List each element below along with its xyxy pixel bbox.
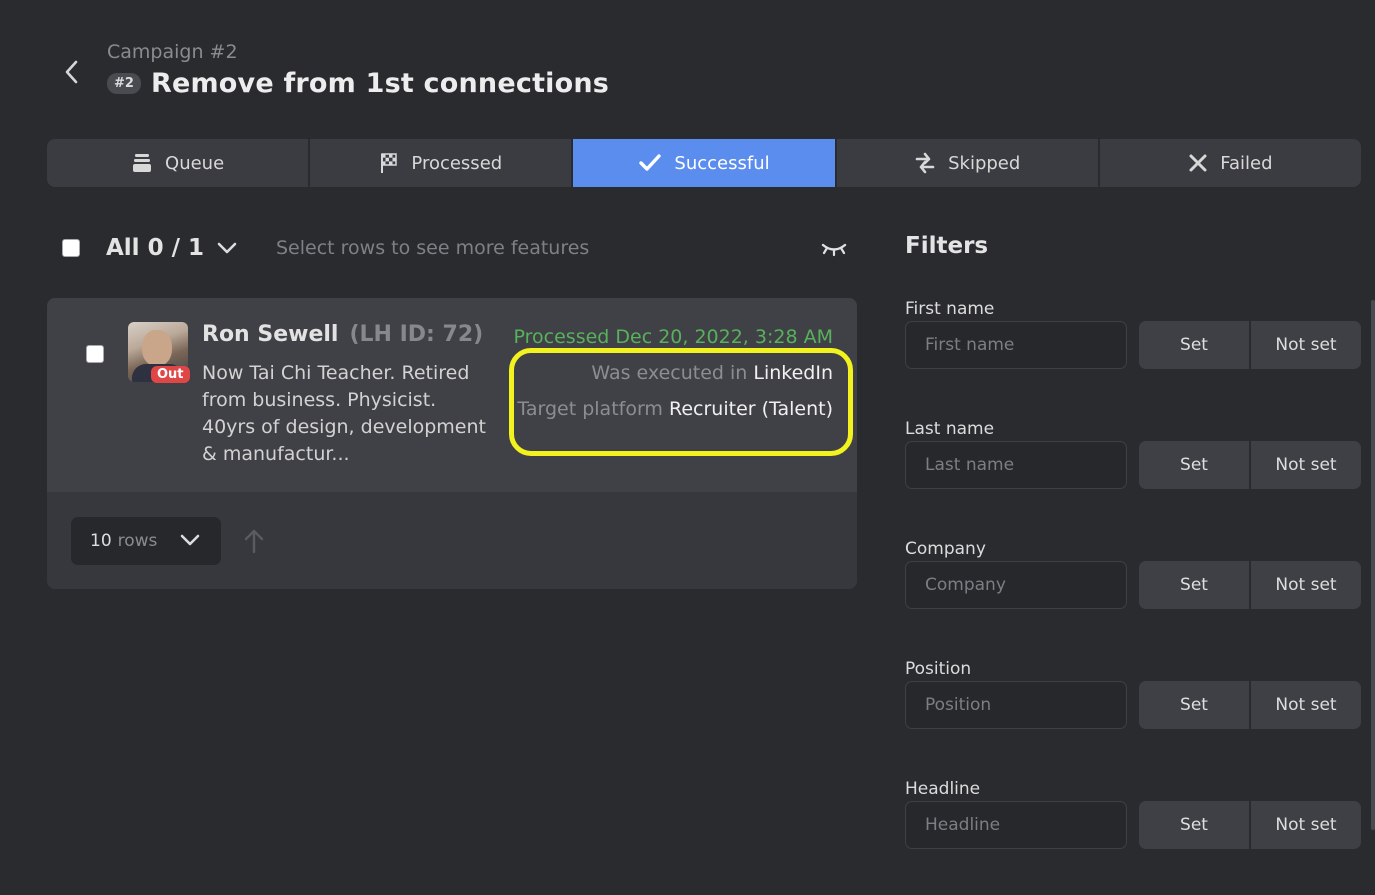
rows-count: 10 bbox=[90, 531, 112, 551]
profile-name[interactable]: Ron Sewell bbox=[202, 322, 338, 347]
page-title: Remove from 1st connections bbox=[150, 68, 610, 99]
select-all-checkbox[interactable] bbox=[62, 239, 80, 257]
queue-stack-icon bbox=[133, 154, 152, 172]
tab-label: Successful bbox=[674, 152, 770, 174]
tab-label: Skipped bbox=[948, 152, 1021, 174]
headline-set-toggle: Set Not set bbox=[1139, 801, 1361, 849]
selection-count: All 0 / 1 bbox=[106, 235, 204, 261]
company-set-toggle: Set Not set bbox=[1139, 561, 1361, 609]
set-button[interactable]: Set bbox=[1139, 801, 1251, 849]
tab-label: Failed bbox=[1220, 152, 1273, 174]
filter-label: Company bbox=[905, 539, 986, 559]
filter-first-name: First name Set Not set bbox=[905, 299, 1361, 399]
filters-scrollbar[interactable] bbox=[1371, 300, 1375, 830]
headline-input[interactable] bbox=[905, 801, 1127, 849]
target-platform-label: Target platform bbox=[517, 398, 663, 420]
results-card: Out Ron Sewell (LH ID: 72) Now Tai Chi T… bbox=[47, 298, 857, 589]
eye-closed-icon bbox=[821, 243, 847, 257]
filter-label: Position bbox=[905, 659, 972, 679]
not-set-button[interactable]: Not set bbox=[1251, 681, 1361, 729]
first-name-input[interactable] bbox=[905, 321, 1127, 369]
lh-id: (LH ID: 72) bbox=[349, 322, 484, 347]
set-button[interactable]: Set bbox=[1139, 561, 1251, 609]
table-row[interactable]: Out Ron Sewell (LH ID: 72) Now Tai Chi T… bbox=[47, 298, 857, 492]
set-button[interactable]: Set bbox=[1139, 441, 1251, 489]
rows-per-page-select[interactable]: 10 rows bbox=[71, 517, 221, 565]
filter-label: Last name bbox=[905, 419, 995, 439]
tab-processed[interactable]: Processed bbox=[310, 139, 574, 187]
position-input[interactable] bbox=[905, 681, 1127, 729]
back-button[interactable] bbox=[56, 56, 88, 88]
row-checkbox[interactable] bbox=[86, 345, 104, 363]
target-platform-line: Target platform Recruiter (Talent) bbox=[517, 398, 833, 420]
profile-name-line[interactable]: Ron Sewell (LH ID: 72) bbox=[202, 322, 483, 347]
title-row: #2 Remove from 1st connections bbox=[107, 68, 609, 99]
arrow-up-icon bbox=[244, 529, 264, 554]
set-button[interactable]: Set bbox=[1139, 321, 1251, 369]
filter-headline: Headline Set Not set bbox=[905, 779, 1361, 879]
executed-in-label: Was executed in bbox=[591, 362, 748, 384]
filter-company: Company Set Not set bbox=[905, 539, 1361, 639]
breadcrumb: Campaign #2 bbox=[107, 41, 238, 63]
status-tabs: Queue Processed Successful Skipped Faile… bbox=[47, 139, 1361, 187]
tab-failed[interactable]: Failed bbox=[1100, 139, 1361, 187]
list-toolbar: All 0 / 1 Select rows to see more featur… bbox=[62, 228, 857, 268]
last-name-set-toggle: Set Not set bbox=[1139, 441, 1361, 489]
selection-hint: Select rows to see more features bbox=[276, 237, 590, 259]
tab-skipped[interactable]: Skipped bbox=[837, 139, 1100, 187]
set-button[interactable]: Set bbox=[1139, 681, 1251, 729]
filter-label: First name bbox=[905, 299, 995, 319]
scroll-top-button[interactable] bbox=[243, 527, 265, 559]
target-platform-value: Recruiter (Talent) bbox=[669, 398, 833, 420]
first-name-set-toggle: Set Not set bbox=[1139, 321, 1361, 369]
tab-queue[interactable]: Queue bbox=[47, 139, 311, 187]
filter-label: Headline bbox=[905, 779, 981, 799]
company-input[interactable] bbox=[905, 561, 1127, 609]
processed-timestamp: Processed Dec 20, 2022, 3:28 AM bbox=[513, 326, 833, 348]
rows-unit: rows bbox=[117, 531, 158, 551]
tab-label: Processed bbox=[411, 152, 503, 174]
selection-dropdown[interactable] bbox=[216, 241, 238, 255]
filter-position: Position Set Not set bbox=[905, 659, 1361, 759]
filter-last-name: Last name Set Not set bbox=[905, 419, 1361, 519]
status-badge: Out bbox=[151, 366, 190, 383]
x-icon bbox=[1189, 154, 1207, 172]
filters-title: Filters bbox=[905, 233, 989, 259]
tab-label: Queue bbox=[165, 152, 225, 174]
not-set-button[interactable]: Not set bbox=[1251, 801, 1361, 849]
not-set-button[interactable]: Not set bbox=[1251, 321, 1361, 369]
checkmark-icon bbox=[639, 154, 662, 171]
chevron-down-icon bbox=[180, 534, 200, 546]
executed-in-line: Was executed in LinkedIn bbox=[591, 362, 833, 384]
hidden-eye-toggle[interactable] bbox=[821, 238, 847, 262]
profile-headline: Now Tai Chi Teacher. Retired from busine… bbox=[202, 362, 486, 465]
swap-arrows-icon bbox=[915, 152, 935, 174]
chevron-down-icon bbox=[217, 242, 237, 254]
last-name-input[interactable] bbox=[905, 441, 1127, 489]
executed-in-value: LinkedIn bbox=[753, 362, 833, 384]
not-set-button[interactable]: Not set bbox=[1251, 441, 1361, 489]
chevron-left-icon bbox=[65, 60, 78, 84]
campaign-badge: #2 bbox=[107, 73, 141, 94]
tab-successful[interactable]: Successful bbox=[573, 139, 837, 187]
position-set-toggle: Set Not set bbox=[1139, 681, 1361, 729]
checkered-flag-icon bbox=[381, 153, 398, 173]
not-set-button[interactable]: Not set bbox=[1251, 561, 1361, 609]
